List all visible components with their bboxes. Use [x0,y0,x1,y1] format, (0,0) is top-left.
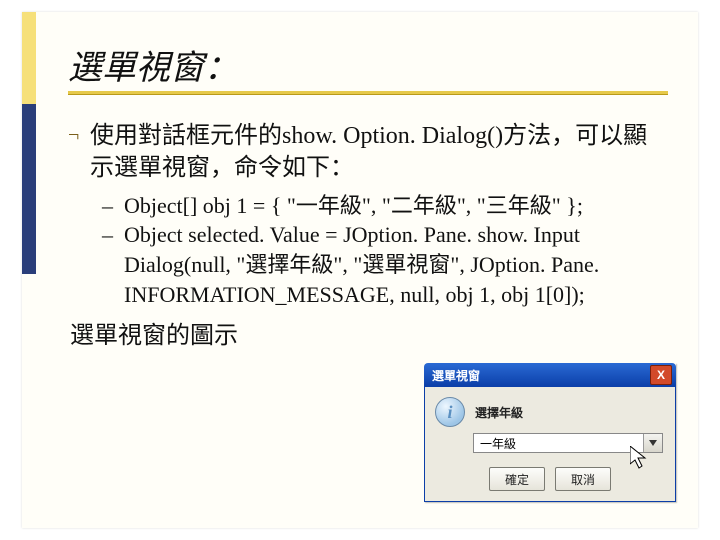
sub-item-cont: Dialog(null, "選擇年級", "選單視窗", JOption. Pa… [102,250,668,309]
combobox-value: 一年級 [474,435,643,452]
sub-item: – Object[] obj 1 = { "一年級", "二年級", "三年級"… [102,191,668,221]
ok-button[interactable]: 確定 [489,467,545,491]
accent-bar-top [22,12,36,104]
grade-combobox[interactable]: 一年級 [473,433,663,453]
dialog-message-row: i 選擇年級 [435,397,665,427]
title-underline [68,91,668,94]
close-button[interactable]: X [650,365,672,385]
sub-text-1: Object[] obj 1 = { "一年級", "二年級", "三年級" }… [124,191,668,221]
bullet-item: ¬ 使用對話框元件的show. Option. Dialog()方法，可以顯示選… [68,120,668,185]
close-icon: X [657,369,665,381]
sub-text-cont: Dialog(null, "選擇年級", "選單視窗", JOption. Pa… [124,250,668,309]
sub-item: – Object selected. Value = JOption. Pane… [102,220,668,250]
dialog-title: 選單視窗 [432,367,650,384]
cancel-label: 取消 [571,471,595,488]
info-glyph: i [447,402,452,423]
chevron-down-icon [649,440,657,446]
option-dialog: 選單視窗 X i 選擇年級 一年級 [424,363,676,502]
sub-list: – Object[] obj 1 = { "一年級", "二年級", "三年級"… [102,191,668,310]
combobox-dropdown-button[interactable] [643,434,662,452]
dash-glyph: – [102,220,124,250]
caption: 選單視窗的圖示 [70,320,668,352]
slide-title: 選單視窗： [68,40,668,89]
sub-text-2: Object selected. Value = JOption. Pane. … [124,220,668,250]
cancel-button[interactable]: 取消 [555,467,611,491]
dialog-label: 選擇年級 [475,404,523,421]
slide-body: ¬ 使用對話框元件的show. Option. Dialog()方法，可以顯示選… [68,120,668,352]
info-icon: i [435,397,465,427]
accent-bar-bottom [22,104,36,274]
bullet-glyph: ¬ [68,120,90,150]
dialog-body: i 選擇年級 一年級 確定 取消 [424,387,676,502]
dash-glyph: – [102,191,124,221]
bullet-text: 使用對話框元件的show. Option. Dialog()方法，可以顯示選單視… [90,120,668,185]
dialog-button-row: 確定 取消 [435,467,665,491]
ok-label: 確定 [505,471,529,488]
dialog-titlebar[interactable]: 選單視窗 X [424,363,676,387]
slide: 選單視窗： ¬ 使用對話框元件的show. Option. Dialog()方法… [22,12,698,528]
